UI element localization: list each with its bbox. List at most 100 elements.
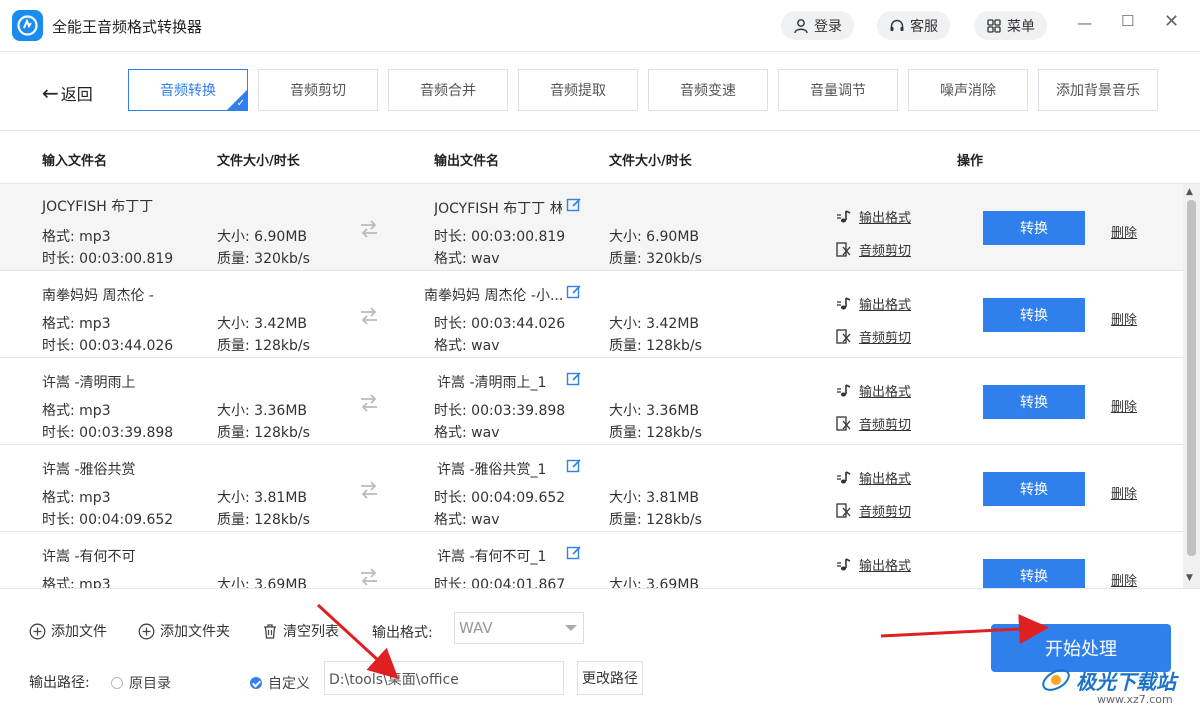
edit-icon[interactable] <box>566 197 582 213</box>
header-input-size: 文件大小/时长 <box>217 154 300 169</box>
input-format: 格式: mp3 <box>42 229 111 245</box>
convert-button[interactable]: 转换 <box>983 385 1085 419</box>
scroll-thumb[interactable] <box>1187 200 1196 556</box>
add-file-button[interactable]: 添加文件 <box>29 621 107 641</box>
output-format-link[interactable]: 输出格式 <box>836 555 911 574</box>
tab-label: 添加背景音乐 <box>1056 83 1140 99</box>
input-quality: 质量: 128kb/s <box>217 425 310 441</box>
output-size: 大小: 3.81MB <box>609 490 700 506</box>
trash-icon <box>264 623 276 639</box>
music-note-icon <box>837 470 851 483</box>
output-file-name: 许嵩 -雅俗共赏_1 <box>437 462 547 478</box>
menu-button[interactable]: 菜单 <box>974 11 1047 40</box>
clear-list-button[interactable]: 清空列表 <box>262 621 339 641</box>
tab-label: 音频变速 <box>680 83 736 99</box>
convert-button[interactable]: 转换 <box>983 559 1085 588</box>
swap-arrows-icon <box>361 481 377 499</box>
output-format-label: 输出格式 <box>859 559 912 574</box>
watermark-url: www.xz7.com <box>1097 693 1173 706</box>
tab-audio-cut[interactable]: 音频剪切 <box>258 69 378 111</box>
output-format-link[interactable]: 输出格式 <box>836 381 911 400</box>
scroll-up-icon[interactable]: ▲ <box>1186 187 1193 197</box>
edit-icon[interactable] <box>566 284 582 300</box>
convert-button[interactable]: 转换 <box>983 211 1085 245</box>
login-button[interactable]: 登录 <box>781 11 854 40</box>
delete-link[interactable]: 删除 <box>1111 222 1137 241</box>
user-icon <box>794 18 808 33</box>
tab-audio-extract[interactable]: 音频提取 <box>518 69 638 111</box>
plus-circle-icon <box>138 623 155 639</box>
output-format: 格式: wav <box>434 251 500 267</box>
output-format-link[interactable]: 输出格式 <box>836 468 911 487</box>
audio-cut-link[interactable]: 音频剪切 <box>836 414 911 433</box>
music-note-icon <box>837 383 851 396</box>
table-row: 许嵩 -有何不可 格式: mp3 大小: 3.69MB 许嵩 -有何不可_1 时… <box>0 532 1183 588</box>
output-duration: 时长: 00:03:44.026 <box>434 316 566 332</box>
output-format-field-label: 输出格式: <box>372 625 433 641</box>
list-scrollbar[interactable]: ▲ ▼ <box>1183 184 1200 588</box>
table-header: 输入文件名 文件大小/时长 输出文件名 文件大小/时长 操作 <box>0 130 1200 184</box>
change-path-button[interactable]: 更改路径 <box>577 661 643 695</box>
header-input-name: 输入文件名 <box>42 154 108 169</box>
close-icon[interactable]: ✕ <box>1164 11 1179 32</box>
output-format-select[interactable]: WAV <box>454 612 584 644</box>
audio-cut-link[interactable]: 音频剪切 <box>836 240 911 259</box>
output-quality: 质量: 128kb/s <box>609 338 702 354</box>
bottom-panel: 添加文件 添加文件夹 清空列表 输出格式: WAV 输出路径: 原目录 自定义 … <box>0 588 1200 720</box>
input-quality: 质量: 320kb/s <box>217 251 310 267</box>
output-file-name: 南拳妈妈 周杰伦 -小... <box>424 288 562 304</box>
radio-original-dir[interactable]: 原目录 <box>111 673 171 693</box>
edit-icon[interactable] <box>566 458 582 474</box>
tab-label: 音频转换 <box>160 83 216 99</box>
delete-link[interactable]: 删除 <box>1111 570 1137 588</box>
minimize-icon[interactable]: — <box>1077 14 1092 32</box>
scroll-down-icon[interactable]: ▼ <box>1186 573 1193 583</box>
scissors-icon <box>836 241 851 257</box>
input-size: 大小: 3.81MB <box>217 490 308 506</box>
login-label: 登录 <box>814 18 842 35</box>
header-output-name: 输出文件名 <box>434 154 500 169</box>
edit-icon[interactable] <box>566 371 582 387</box>
input-file-name: 许嵩 -有何不可 <box>42 549 136 565</box>
tab-noise-removal[interactable]: 噪声消除 <box>908 69 1028 111</box>
output-format: 格式: wav <box>434 338 500 354</box>
output-quality: 质量: 320kb/s <box>609 251 702 267</box>
convert-button[interactable]: 转换 <box>983 472 1085 506</box>
output-format-link[interactable]: 输出格式 <box>836 294 911 313</box>
chevron-down-icon <box>565 625 577 631</box>
tab-add-bgm[interactable]: 添加背景音乐 <box>1038 69 1158 111</box>
service-button[interactable]: 客服 <box>877 11 950 40</box>
tab-audio-convert[interactable]: 音频转换 ✓ <box>128 69 248 111</box>
audio-cut-link[interactable]: 音频剪切 <box>836 327 911 346</box>
delete-link[interactable]: 删除 <box>1111 396 1137 415</box>
tab-audio-merge[interactable]: 音频合并 <box>388 69 508 111</box>
tab-audio-speed[interactable]: 音频变速 <box>648 69 768 111</box>
add-folder-button[interactable]: 添加文件夹 <box>138 621 230 641</box>
input-file-name: 南拳妈妈 周杰伦 - <box>42 288 154 304</box>
table-row: 许嵩 -清明雨上 格式: mp3 时长: 00:03:39.898 大小: 3.… <box>0 358 1183 445</box>
output-format-link[interactable]: 输出格式 <box>836 207 911 226</box>
edit-icon[interactable] <box>566 545 582 561</box>
input-size: 大小: 3.69MB <box>217 577 308 588</box>
tab-volume[interactable]: 音量调节 <box>778 69 898 111</box>
back-button[interactable]: ← 返回 <box>42 81 93 105</box>
output-size: 大小: 3.36MB <box>609 403 700 419</box>
input-size: 大小: 3.36MB <box>217 403 308 419</box>
output-path-field[interactable]: D:\tools\桌面\office <box>324 661 564 695</box>
maximize-icon[interactable]: ☐ <box>1121 12 1134 30</box>
convert-button[interactable]: 转换 <box>983 298 1085 332</box>
delete-link[interactable]: 删除 <box>1111 309 1137 328</box>
output-file-name: 许嵩 -有何不可_1 <box>437 549 547 565</box>
audio-cut-label: 音频剪切 <box>859 505 912 520</box>
input-size: 大小: 3.42MB <box>217 316 308 332</box>
audio-cut-link[interactable]: 音频剪切 <box>836 501 911 520</box>
swap-arrows-icon <box>361 307 377 325</box>
output-path-label: 输出路径: <box>29 675 90 691</box>
radio-checked-icon <box>250 677 262 689</box>
radio-custom-dir[interactable]: 自定义 <box>250 673 310 693</box>
output-quality: 质量: 128kb/s <box>609 425 702 441</box>
table-row: JOCYFISH 布丁丁 格式: mp3 时长: 00:03:00.819 大小… <box>0 184 1183 271</box>
delete-link[interactable]: 删除 <box>1111 483 1137 502</box>
output-quality: 质量: 128kb/s <box>609 512 702 528</box>
swap-arrows-icon <box>361 394 377 412</box>
